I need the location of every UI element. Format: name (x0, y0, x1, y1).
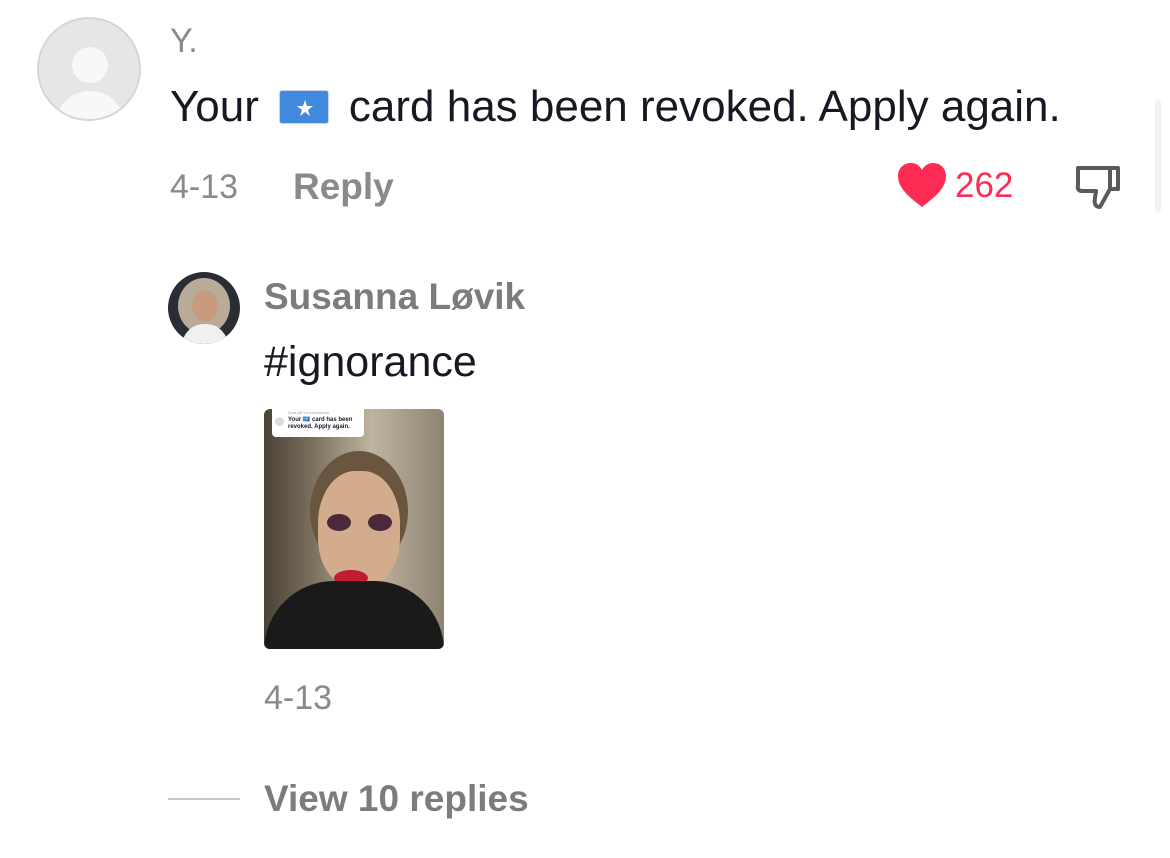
avatar-icon (275, 417, 284, 426)
reply-date: 4-13 (264, 679, 333, 717)
somalia-flag-icon (278, 90, 329, 124)
view-replies-button[interactable]: View 10 replies (264, 778, 529, 820)
heart-icon (898, 163, 946, 207)
video-thumbnail[interactable]: Svar på Y.s kommentar Your 🇸🇴 card has b… (264, 409, 444, 649)
like-button[interactable] (897, 162, 947, 213)
thumbnail-comment-bubble: Svar på Y.s kommentar Your 🇸🇴 card has b… (272, 409, 364, 437)
scroll-edge (1155, 100, 1161, 212)
like-count: 262 (955, 166, 1014, 205)
reply-button[interactable]: Reply (293, 166, 394, 208)
dislike-button[interactable] (1075, 163, 1121, 216)
comment-text: Your card has been revoked. Apply again. (170, 82, 1061, 131)
reply-avatar[interactable] (168, 272, 240, 344)
comment-author[interactable]: Y. (170, 22, 198, 61)
reply-author[interactable]: Susanna Løvik (264, 276, 525, 318)
thumbs-down-icon (1075, 166, 1120, 209)
reply-text[interactable]: #ignorance (264, 338, 477, 387)
avatar[interactable] (37, 17, 141, 121)
default-avatar-icon (72, 47, 108, 83)
divider (168, 798, 240, 800)
comment-date: 4-13 (170, 168, 239, 206)
